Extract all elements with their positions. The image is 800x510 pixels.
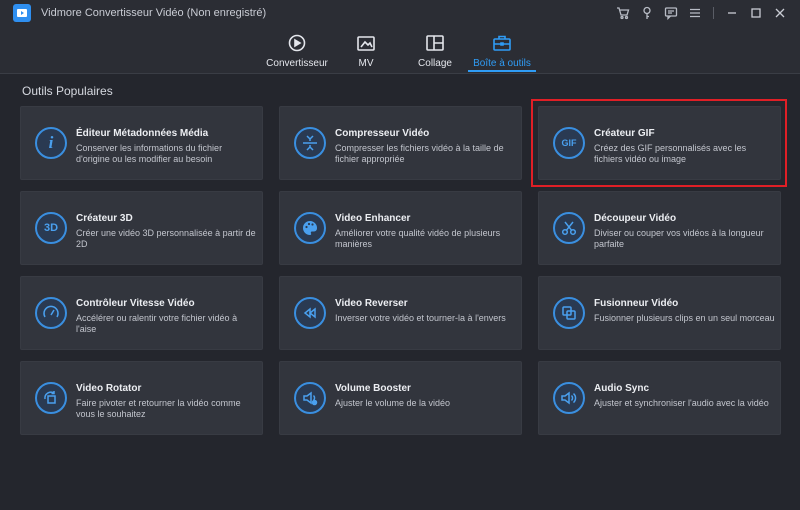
- compress-icon: [294, 127, 326, 159]
- tool-title: Video Rotator: [76, 383, 142, 394]
- tool-card-speed-controller[interactable]: Contrôleur Vitesse Vidéo Accélérer ou ra…: [20, 276, 263, 350]
- tool-description: Accélérer ou ralentir votre fichier vidé…: [76, 313, 238, 334]
- tab-mv[interactable]: MV: [352, 26, 380, 74]
- 3d-icon: 3D: [35, 212, 67, 244]
- scissors-icon: [553, 212, 585, 244]
- tool-title: Volume Booster: [335, 383, 411, 394]
- close-icon[interactable]: [768, 1, 792, 25]
- tool-card-gif-maker[interactable]: GIF Créateur GIF Créez des GIF personnal…: [538, 106, 781, 180]
- audio-sync-icon: [553, 382, 585, 414]
- tool-title: Video Enhancer: [335, 213, 411, 224]
- window-title: Vidmore Convertisseur Vidéo (Non enregis…: [41, 7, 267, 19]
- tab-collage[interactable]: Collage: [418, 26, 452, 74]
- speedometer-icon: [35, 297, 67, 329]
- menu-icon[interactable]: [683, 1, 707, 25]
- tool-description: Créez des GIF personnalisés avec les fic…: [594, 143, 747, 164]
- tool-description: Inverser votre vidéo et tourner-la à l'e…: [335, 313, 506, 323]
- info-icon: i: [35, 127, 67, 159]
- tool-description: Créer une vidéo 3D personnalisée à parti…: [76, 228, 256, 249]
- key-icon[interactable]: [635, 1, 659, 25]
- feedback-icon[interactable]: [659, 1, 683, 25]
- collage-icon: [424, 32, 446, 54]
- tool-title: Video Reverser: [335, 298, 408, 309]
- tool-card-video-reverser[interactable]: Video Reverser Inverser votre vidéo et t…: [279, 276, 522, 350]
- tool-description: Diviser ou couper vos vidéos à la longue…: [594, 228, 764, 249]
- reverse-icon: [294, 297, 326, 329]
- tool-card-audio-sync[interactable]: Audio Sync Ajuster et synchroniser l'aud…: [538, 361, 781, 435]
- tool-title: Compresseur Vidéo: [335, 128, 430, 139]
- cart-icon[interactable]: [611, 1, 635, 25]
- tool-description: Compresser les fichiers vidéo à la taill…: [335, 143, 504, 164]
- tab-convertisseur[interactable]: Convertisseur: [266, 26, 328, 74]
- toolbox-icon: [491, 32, 513, 54]
- tool-card-volume-booster[interactable]: Volume Booster Ajuster le volume de la v…: [279, 361, 522, 435]
- tool-description: Fusionner plusieurs clips en un seul mor…: [594, 313, 775, 323]
- tool-title: Audio Sync: [594, 383, 650, 394]
- convert-icon: [286, 32, 308, 54]
- tool-description: Faire pivoter et retourner la vidéo comm…: [76, 398, 241, 419]
- maximize-icon[interactable]: [744, 1, 768, 25]
- title-bar: Vidmore Convertisseur Vidéo (Non enregis…: [0, 0, 800, 26]
- tool-card-video-merger[interactable]: Fusionneur Vidéo Fusionner plusieurs cli…: [538, 276, 781, 350]
- app-logo-icon: [13, 4, 31, 22]
- tab-label: MV: [358, 58, 374, 69]
- tool-card-video-cutter[interactable]: Découpeur Vidéo Diviser ou couper vos vi…: [538, 191, 781, 265]
- separator: [713, 7, 714, 19]
- merge-icon: [553, 297, 585, 329]
- minimize-icon[interactable]: [720, 1, 744, 25]
- tool-description: Améliorer votre qualité vidéo de plusieu…: [335, 228, 501, 249]
- tool-title: Créateur 3D: [76, 213, 133, 224]
- mv-icon: [355, 32, 377, 54]
- tab-label: Boîte à outils: [473, 58, 531, 69]
- tool-title: Découpeur Vidéo: [594, 213, 677, 224]
- tool-card-metadata-editor[interactable]: i Éditeur Métadonnées Média Conserver le…: [20, 106, 263, 180]
- tool-title: Fusionneur Vidéo: [594, 298, 679, 309]
- rotate-icon: [35, 382, 67, 414]
- section-title: Outils Populaires: [22, 84, 113, 98]
- tool-title: Contrôleur Vitesse Vidéo: [76, 298, 195, 309]
- palette-icon: [294, 212, 326, 244]
- gif-icon: GIF: [553, 127, 585, 159]
- tool-description: Conserver les informations du fichier d'…: [76, 143, 223, 164]
- tool-title: Éditeur Métadonnées Média: [76, 128, 209, 139]
- tool-card-video-compressor[interactable]: Compresseur Vidéo Compresser les fichier…: [279, 106, 522, 180]
- tool-title: Créateur GIF: [594, 128, 655, 139]
- tool-card-video-enhancer[interactable]: Video Enhancer Améliorer votre qualité v…: [279, 191, 522, 265]
- tool-card-3d-maker[interactable]: 3D Créateur 3D Créer une vidéo 3D person…: [20, 191, 263, 265]
- tab-label: Collage: [418, 58, 452, 69]
- tool-description: Ajuster le volume de la vidéo: [335, 398, 451, 408]
- main-nav: Convertisseur MV Collage Boîte à outils: [0, 26, 800, 74]
- tool-card-video-rotator[interactable]: Video Rotator Faire pivoter et retourner…: [20, 361, 263, 435]
- tab-label: Convertisseur: [266, 58, 328, 69]
- tool-description: Ajuster et synchroniser l'audio avec la …: [594, 398, 769, 408]
- volume-icon: [294, 382, 326, 414]
- tab-boite-a-outils[interactable]: Boîte à outils: [468, 26, 536, 74]
